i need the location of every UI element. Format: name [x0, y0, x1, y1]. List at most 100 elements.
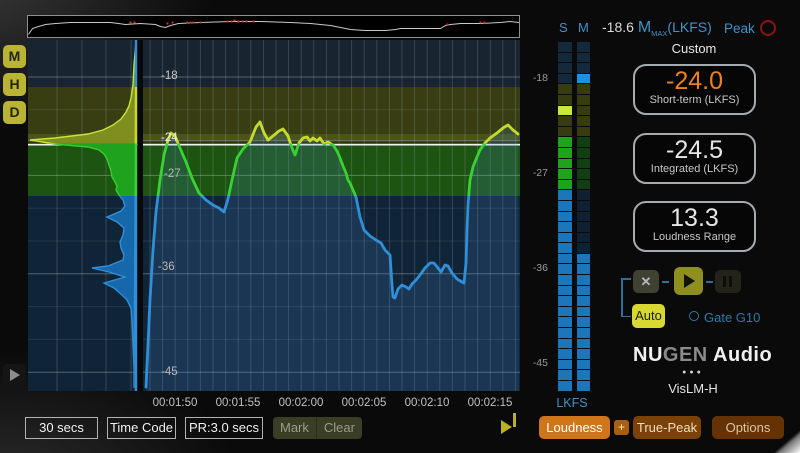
collapse-panel-button[interactable]	[3, 364, 26, 386]
meter-segment	[558, 42, 572, 52]
nugen-audio-logo: NUGEN Audio	[633, 344, 753, 367]
audio-overview-strip[interactable]	[27, 15, 520, 38]
logo-gen: GEN	[663, 344, 708, 366]
meter-segment	[577, 180, 590, 190]
add-view-button[interactable]: +	[614, 420, 629, 435]
loudness-range-readout[interactable]: 13.3 Loudness Range	[633, 201, 756, 252]
meter-segment	[558, 264, 572, 274]
meter-segment	[558, 243, 572, 253]
history-mode-button[interactable]: H	[3, 73, 26, 96]
auto-button[interactable]: Auto	[632, 304, 665, 328]
meter-scale-label: -27	[526, 167, 548, 179]
meter-segment	[558, 296, 572, 306]
mmax-sub: MAX	[651, 29, 667, 38]
meter-segment	[558, 349, 572, 359]
meter-segment	[577, 53, 590, 63]
meter-segment	[558, 63, 572, 73]
meter-segment	[558, 317, 572, 327]
meter-segment	[558, 116, 572, 126]
meter-segment	[577, 190, 590, 200]
meter-segment	[577, 307, 590, 317]
momentary-mode-button[interactable]: M	[3, 45, 26, 68]
peak-indicator-lamp[interactable]	[760, 20, 776, 36]
meter-segment	[558, 84, 572, 94]
meter-segment	[558, 148, 572, 158]
svg-text:-24: -24	[161, 132, 178, 144]
pause-button[interactable]	[715, 270, 741, 293]
meter-segment	[558, 328, 572, 338]
meter-segment	[558, 275, 572, 285]
loudness-range-caption: Loudness Range	[635, 231, 754, 243]
meter-segment	[577, 264, 590, 274]
meter-segment	[577, 169, 590, 179]
meter-segment	[577, 286, 590, 296]
mmax-prefix: M	[638, 19, 651, 36]
meter-segment	[558, 106, 572, 116]
meter-segment	[577, 42, 590, 52]
time-tick-label: 00:01:55	[216, 397, 261, 409]
timecode-mode-selector[interactable]: Time Code	[107, 417, 176, 439]
short-term-value: -24.0	[635, 66, 754, 96]
true-peak-tab-button[interactable]: True-Peak	[633, 416, 701, 439]
svg-text:-18: -18	[161, 70, 178, 82]
meter-segment	[577, 381, 590, 391]
meter-segment	[577, 127, 590, 137]
mark-button[interactable]: Mark	[273, 417, 316, 439]
integrated-readout[interactable]: -24.5 Integrated (LKFS)	[633, 133, 756, 184]
meter-segment	[558, 159, 572, 169]
loudness-history-graph: -18-24-27-36-45	[28, 40, 520, 391]
pause-icon	[723, 276, 726, 287]
play-icon	[684, 274, 695, 288]
meter-scale-label: -36	[526, 262, 548, 274]
practical-range-selector[interactable]: PR:3.0 secs	[185, 417, 263, 439]
clear-button[interactable]: Clear	[316, 417, 362, 439]
reset-button[interactable]: ✕	[633, 270, 659, 293]
meter-segment	[558, 74, 572, 84]
momentary-meter	[577, 42, 590, 392]
meter-segment	[577, 370, 590, 380]
meter-segment	[558, 95, 572, 105]
preset-name[interactable]: Custom	[634, 41, 754, 56]
waveform-envelope	[28, 16, 519, 37]
logo-nu: NU	[633, 344, 663, 366]
time-window-selector[interactable]: 30 secs	[25, 417, 98, 439]
mmax-unit: (LKFS)	[667, 19, 711, 35]
gate-radio[interactable]	[689, 311, 699, 321]
meter-segment	[577, 275, 590, 285]
mark-clear-group: Mark Clear	[273, 417, 362, 439]
play-button[interactable]	[674, 267, 703, 295]
pause-icon	[729, 276, 732, 287]
meter-scale-label: -18	[526, 72, 548, 84]
mmax-readout[interactable]: -18.6 MMAX(LKFS)	[602, 19, 712, 38]
short-term-meter	[558, 42, 572, 392]
meter-segment	[558, 201, 572, 211]
connector-dash	[662, 281, 669, 283]
meter-segment	[577, 317, 590, 327]
skip-end-icon	[513, 413, 516, 427]
short-term-readout[interactable]: -24.0 Short-term (LKFS)	[633, 64, 756, 115]
skip-end-icon	[501, 420, 512, 434]
peak-label: Peak	[724, 21, 755, 36]
meter-segment	[577, 222, 590, 232]
svg-text:-27: -27	[164, 168, 181, 180]
meter-segment	[577, 296, 590, 306]
gate-label: Gate G10	[704, 310, 760, 325]
meter-scale-label: -45	[526, 357, 548, 369]
loudness-range-value: 13.3	[635, 203, 754, 233]
meter-segment	[577, 84, 590, 94]
logo-dots-icon: ●●●	[633, 369, 753, 376]
meter-segment	[577, 74, 590, 84]
meter-segment	[558, 212, 572, 222]
s-meter-label: S	[559, 20, 568, 35]
svg-text:-36: -36	[158, 261, 175, 273]
distribution-mode-button[interactable]: D	[3, 101, 26, 124]
time-tick-label: 00:02:10	[405, 397, 450, 409]
integrated-value: -24.5	[635, 135, 754, 165]
window-resize-grip[interactable]	[772, 429, 800, 453]
auto-link-line	[621, 278, 623, 317]
short-term-caption: Short-term (LKFS)	[635, 94, 754, 106]
meter-segment	[577, 243, 590, 253]
meter-segment	[577, 339, 590, 349]
meter-segment	[558, 190, 572, 200]
loudness-tab-button[interactable]: Loudness	[539, 416, 610, 439]
